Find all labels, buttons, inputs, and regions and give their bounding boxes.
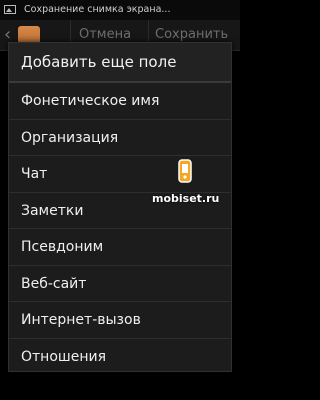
dialog-title: Добавить еще поле [9,43,231,83]
status-bar: Сохранение снимка экрана... [0,0,240,20]
field-option-website[interactable]: Веб-сайт [9,266,231,302]
field-option-organization[interactable]: Организация [9,120,231,156]
watermark-text: mobiset.ru [152,192,220,205]
field-option-phonetic-name[interactable]: Фонетическое имя [9,83,231,120]
watermark: mobiset.ru [152,158,234,218]
field-option-nickname[interactable]: Псевдоним [9,229,231,266]
screenshot-icon [4,5,16,14]
field-option-relationship[interactable]: Отношения [9,339,231,376]
nav-bar [0,376,240,400]
field-option-internet-call[interactable]: Интернет-вызов [9,302,231,339]
mobiset-logo-icon [178,159,192,183]
status-notification: Сохранение снимка экрана... [24,4,171,15]
